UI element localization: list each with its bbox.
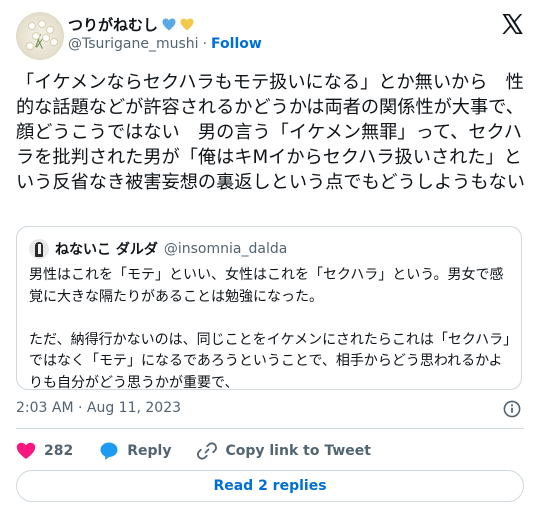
x-logo-icon[interactable] bbox=[500, 12, 524, 36]
tweet-text: 「イケメンならセクハラもモテ扱いになる」とか無いから 性的な話題などが許容される… bbox=[16, 72, 525, 193]
follow-button[interactable]: Follow bbox=[211, 36, 262, 52]
quoted-tweet-text: 男性はこれを「モテ」といい、女性はこれを「セクハラ」という。男女で感覚に大きな隔… bbox=[29, 267, 511, 391]
blue-heart-icon bbox=[162, 18, 176, 30]
link-icon bbox=[197, 442, 218, 460]
like-action[interactable]: 282 bbox=[16, 442, 73, 460]
author-avatar[interactable] bbox=[16, 12, 64, 60]
info-icon[interactable] bbox=[503, 400, 521, 418]
reply-action[interactable]: Reply bbox=[99, 441, 171, 461]
quoted-author-handle: @insomnia_dalda bbox=[163, 241, 288, 257]
like-count: 282 bbox=[44, 443, 74, 459]
reply-bubble-icon bbox=[100, 442, 118, 460]
action-bar: 282 Reply Copy link to Tweet bbox=[16, 440, 397, 462]
author-name-row: つりがねむし bbox=[68, 14, 194, 34]
handle-separator: · bbox=[202, 36, 208, 52]
heart-icon bbox=[16, 442, 36, 459]
quoted-tweet[interactable]: ねないこ ダルダ @insomnia_dalda 男性はこれを「モテ」といい、女… bbox=[16, 226, 522, 391]
quoted-author-row: ねないこ ダルダ @insomnia_dalda bbox=[55, 239, 287, 259]
author-handle[interactable]: @Tsurigane_mushi bbox=[68, 36, 199, 52]
read-replies-button[interactable]: Read 2 replies bbox=[16, 470, 524, 502]
tweet-card: つりがねむし @Tsurigane_mushi · Follow 「イケメンなら… bbox=[0, 0, 540, 517]
reply-label: Reply bbox=[127, 443, 172, 459]
quoted-author-avatar bbox=[29, 239, 49, 259]
author-handle-row: @Tsurigane_mushi · Follow bbox=[68, 36, 262, 52]
quoted-author-name: ねないこ ダルダ bbox=[55, 242, 158, 258]
copy-link-action[interactable]: Copy link to Tweet bbox=[197, 441, 371, 461]
author-display-name[interactable]: つりがねむし bbox=[68, 14, 158, 35]
copy-link-label: Copy link to Tweet bbox=[225, 443, 371, 459]
tweet-timestamp[interactable]: 2:03 AM · Aug 11, 2023 bbox=[16, 400, 181, 416]
divider bbox=[16, 428, 524, 429]
yellow-heart-icon bbox=[180, 18, 194, 30]
